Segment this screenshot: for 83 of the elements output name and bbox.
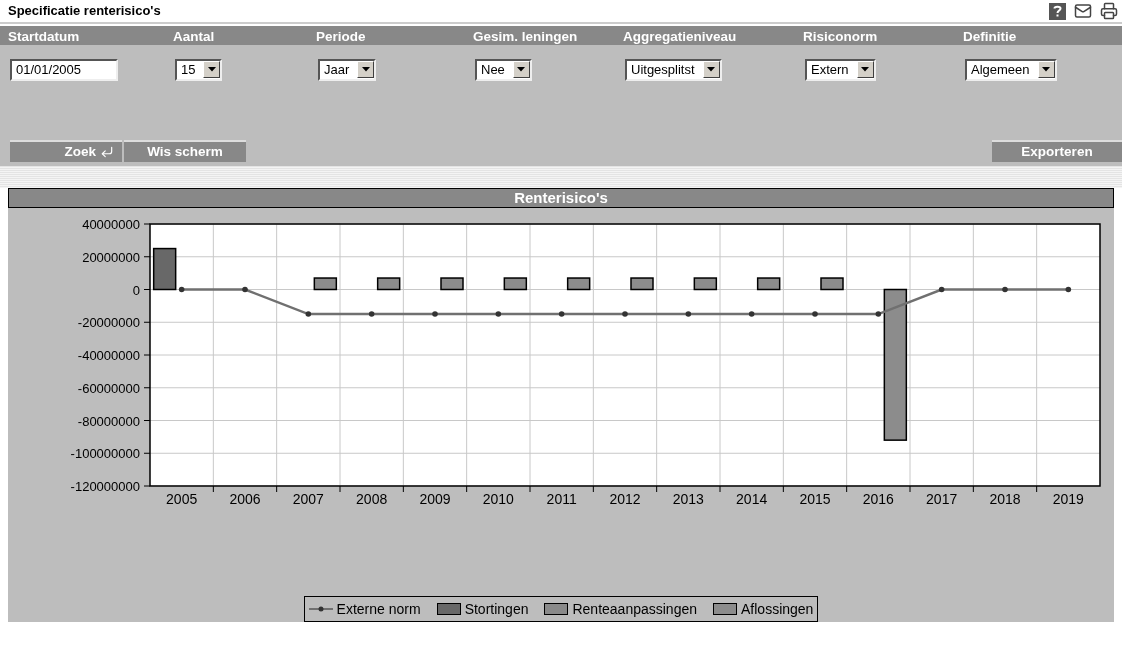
bar [313, 277, 338, 291]
dropdown[interactable]: Algemeen [965, 58, 1057, 81]
legend-label: Stortingen [464, 599, 529, 619]
x-axis-label: 2014 [736, 491, 768, 507]
enter-icon [100, 145, 114, 159]
column-label: Aggregatieniveau [623, 28, 737, 44]
dropdown[interactable]: Extern [805, 58, 876, 81]
x-axis-label: 2017 [926, 491, 958, 507]
page-title: Specificatie renterisico's [8, 2, 161, 21]
column-label: Gesim. leningen [473, 28, 578, 44]
column-label: Risiconorm [803, 28, 878, 44]
data-point [622, 311, 628, 317]
legend-label: Externe norm [336, 599, 421, 619]
dropdown[interactable]: Jaar [318, 58, 377, 81]
x-axis-label: 2019 [1052, 491, 1084, 507]
data-point [558, 311, 565, 317]
y-axis-label: -60000000 [77, 380, 140, 396]
y-axis-label: -120000000 [70, 479, 140, 494]
bar [503, 277, 528, 291]
y-axis-label: -20000000 [77, 315, 140, 331]
caret-icon [856, 61, 874, 79]
column-label: Definitie [963, 28, 1017, 44]
x-axis-label: 2016 [862, 491, 894, 507]
x-axis-label: 2012 [609, 491, 641, 507]
data-point [875, 311, 882, 317]
y-axis-label: -100000000 [70, 446, 140, 462]
column-label: Periode [316, 28, 366, 44]
legend-line-icon [308, 605, 333, 613]
data-point [685, 311, 692, 317]
bar [756, 277, 781, 291]
data-point [812, 311, 818, 317]
bar [376, 277, 401, 291]
data-point [748, 311, 755, 317]
x-axis-label: 2006 [229, 491, 261, 507]
data-point [178, 286, 185, 293]
data-point [368, 311, 375, 317]
x-axis-label: 2010 [482, 491, 514, 507]
x-axis-label: 2008 [356, 491, 388, 507]
bar [440, 277, 464, 291]
help-icon[interactable] [1049, 2, 1066, 20]
data-point [1065, 286, 1072, 293]
caret-icon [357, 61, 375, 79]
y-axis-label: -40000000 [77, 348, 140, 363]
dropdown[interactable]: 15 [175, 58, 223, 81]
chart-title: Renterisico's [8, 188, 1114, 208]
x-axis-label: 2005 [166, 491, 198, 507]
y-axis-label: 40000000 [82, 217, 140, 232]
export-button[interactable]: Exporteren [992, 140, 1122, 162]
legend-label: Aflossingen [741, 599, 814, 619]
x-axis-label: 2009 [419, 491, 451, 507]
caret-icon [1037, 61, 1055, 79]
y-axis-label: -80000000 [77, 413, 140, 429]
data-point [1002, 286, 1008, 293]
caret-icon [702, 61, 720, 79]
x-axis-label: 2007 [292, 491, 324, 507]
y-axis-label: 20000000 [82, 249, 140, 265]
x-axis-label: 2011 [546, 491, 577, 507]
search-button[interactable]: Zoek [10, 140, 122, 162]
date-field[interactable]: 01/01/2005 [10, 58, 118, 81]
data-point [305, 311, 312, 317]
bar [566, 277, 591, 291]
x-axis-label: 2015 [799, 491, 831, 507]
bar [820, 277, 844, 291]
x-axis-label: 2013 [672, 491, 704, 507]
dropdown[interactable]: Nee [475, 58, 532, 81]
data-point [938, 286, 945, 293]
column-label: Startdatum [8, 28, 80, 44]
data-point [495, 311, 502, 317]
data-point [242, 286, 248, 293]
legend-label: Renteaanpassingen [572, 599, 697, 619]
clear-button[interactable]: Wis scherm [124, 140, 246, 162]
caret-icon [203, 61, 221, 79]
data-point [432, 311, 438, 317]
caret-icon [512, 61, 530, 79]
column-label: Aantal [173, 28, 215, 44]
x-axis-label: 2018 [989, 491, 1021, 507]
bar [152, 247, 177, 291]
y-axis-label: 0 [132, 282, 140, 298]
printer-icon[interactable] [1100, 2, 1118, 20]
bar [693, 277, 718, 291]
dropdown[interactable]: Uitgesplitst [625, 58, 722, 81]
bar [630, 277, 654, 291]
mail-icon[interactable] [1074, 2, 1092, 20]
